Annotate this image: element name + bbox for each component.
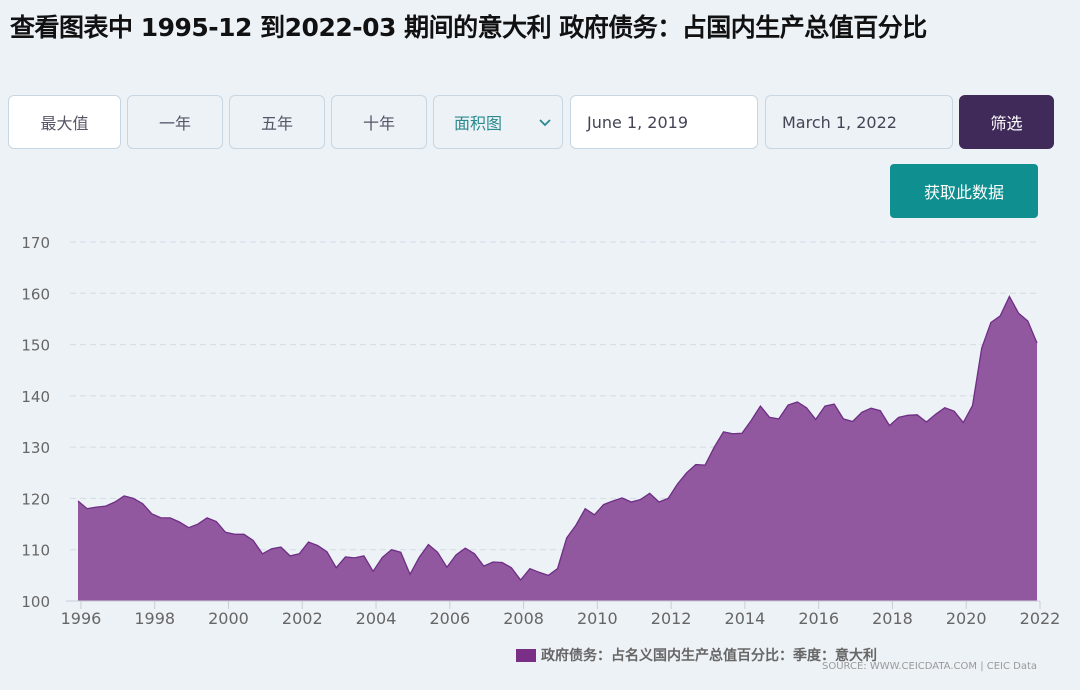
x-tick-label: 2016 (798, 609, 839, 628)
y-tick-label: 170 (21, 234, 50, 252)
x-tick-label: 2002 (282, 609, 323, 628)
area-chart: 100 110 120 130 140 150 160 170 1996 1998 2000 2002… (21, 234, 1061, 628)
legend-swatch (516, 648, 536, 662)
y-tick-label: 140 (21, 388, 50, 406)
x-tick-label: 2006 (429, 609, 470, 628)
area-series (78, 296, 1037, 601)
y-tick-label: 110 (21, 542, 50, 560)
x-tick-label: 2004 (356, 609, 397, 628)
source-credit: SOURCE: WWW.CEICDATA.COM | CEIC Data (822, 661, 1038, 672)
x-tick-label: 2014 (725, 609, 766, 628)
y-tick-label: 120 (21, 490, 50, 508)
x-tick-label: 1996 (61, 609, 102, 628)
x-tick-label: 2020 (946, 609, 987, 628)
x-tick-label: 2000 (208, 609, 249, 628)
y-tick-label: 150 (21, 337, 50, 355)
y-tick-label: 160 (21, 285, 50, 303)
y-tick-label: 130 (21, 439, 50, 457)
x-tick-label: 2010 (577, 609, 618, 628)
x-tick-label: 2008 (503, 609, 544, 628)
y-tick-label: 100 (21, 593, 50, 611)
x-tick-label: 2022 (1020, 609, 1061, 628)
x-tick-label: 2018 (872, 609, 913, 628)
x-tick-label: 1998 (134, 609, 175, 628)
x-tick-label: 2012 (651, 609, 692, 628)
